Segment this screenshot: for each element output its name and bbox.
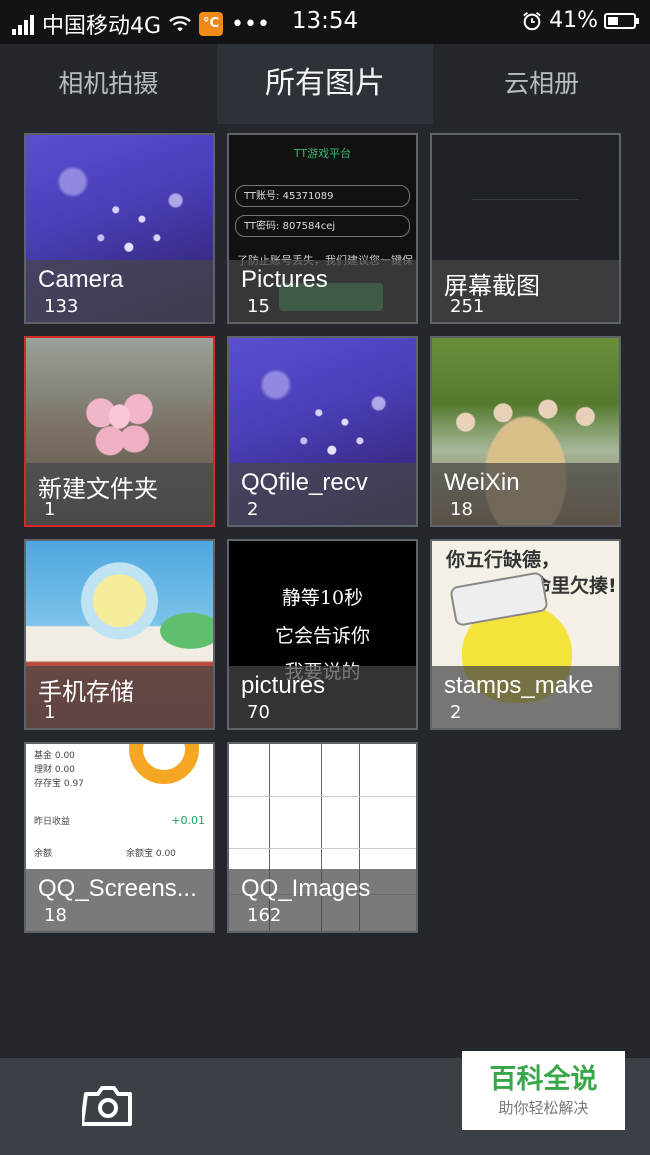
- album-name: QQ_Images: [241, 875, 371, 902]
- album-camera[interactable]: Camera 133: [24, 133, 215, 324]
- album-pictures[interactable]: TT游戏平台 TT账号: 45371089 TT密码: 807584cej 了防…: [227, 133, 418, 324]
- album-name: WeiXin: [444, 469, 520, 496]
- album-name: 手机存储: [38, 679, 134, 706]
- album-count: 18: [44, 905, 67, 926]
- album-count: 1: [44, 499, 56, 520]
- album-name: pictures: [241, 672, 326, 699]
- thumbnail-text: 存存宝 0.97: [34, 779, 84, 789]
- tab-camera-shots[interactable]: 相机拍摄: [0, 44, 217, 124]
- album-name: stamps_make: [444, 672, 594, 699]
- watermark-subtitle: 助你轻松解决: [498, 1099, 589, 1117]
- tab-all-pictures[interactable]: 所有图片: [216, 44, 434, 124]
- album-screenshots[interactable]: 屏幕截图 251: [430, 133, 621, 324]
- battery-percent: 41%: [549, 8, 598, 33]
- album-count: 15: [247, 296, 270, 317]
- album-name: Camera: [38, 266, 124, 293]
- thumbnail-text: 基金 0.00: [34, 751, 75, 761]
- thumbnail-text: TT账号: 45371089: [235, 185, 410, 207]
- album-phone-storage[interactable]: 手机存储 1: [24, 539, 215, 730]
- album-count: 1: [44, 702, 56, 723]
- album-count: 162: [247, 905, 282, 926]
- album-name: QQ_Screens...: [38, 875, 197, 902]
- thumbnail-text: 理财 0.00: [34, 765, 75, 775]
- thumbnail-text: 静等10秒: [281, 587, 364, 609]
- thumbnail-text: +0.01: [171, 814, 205, 827]
- status-bar: 中国移动4G °C ••• 13:54 41%: [0, 0, 650, 44]
- signal-icon: [12, 13, 34, 35]
- album-pictures-lower[interactable]: 静等10秒 它会告诉你 我要说的 pictures70: [227, 539, 418, 730]
- carrier-label: 中国移动4G: [42, 14, 162, 39]
- album-count: 2: [450, 702, 462, 723]
- album-count: 251: [450, 296, 485, 317]
- album-qq-images[interactable]: QQ_Images 162: [227, 742, 418, 933]
- album-count: 133: [44, 296, 79, 317]
- album-qqfile-recv[interactable]: QQfile_recv 2: [227, 336, 418, 527]
- watermark-title: 百科全说: [489, 1064, 598, 1095]
- camera-icon[interactable]: [82, 1084, 134, 1128]
- watermark-logo: 百科全说 助你轻松解决: [462, 1051, 625, 1130]
- album-count: 70: [247, 702, 270, 723]
- album-stamps-make[interactable]: 你五行缺德， 命里欠揍! stamps_make 2: [430, 539, 621, 730]
- battery-icon: [604, 12, 639, 29]
- album-qq-screenshots[interactable]: 基金 0.00 理财 0.00 存存宝 0.97 昨日收益 +0.01 余额 余…: [24, 742, 215, 933]
- alarm-icon: [523, 11, 541, 30]
- album-count: 18: [450, 499, 473, 520]
- wifi-icon: [169, 16, 191, 32]
- weather-app-icon: °C: [199, 12, 224, 36]
- album-name: 新建文件夹: [38, 476, 158, 503]
- thumbnail-text: TT游戏平台: [293, 147, 352, 160]
- thumbnail-text: TT密码: 807584cej: [235, 215, 410, 237]
- more-notifications-icon: •••: [231, 11, 270, 37]
- album-new-folder[interactable]: 新建文件夹 1: [24, 336, 215, 527]
- thumbnail-text: 它会告诉你: [274, 625, 370, 647]
- thumbnail-text: 你五行缺德，: [446, 549, 561, 571]
- album-name: QQfile_recv: [241, 469, 368, 496]
- thumbnail-text: 余额宝 0.00: [126, 849, 176, 859]
- album-count: 2: [247, 499, 259, 520]
- album-weixin[interactable]: WeiXin 18: [430, 336, 621, 527]
- album-name: Pictures: [241, 266, 328, 293]
- tab-cloud-album[interactable]: 云相册: [433, 44, 650, 124]
- album-tabs: 相机拍摄 所有图片 云相册: [0, 44, 650, 124]
